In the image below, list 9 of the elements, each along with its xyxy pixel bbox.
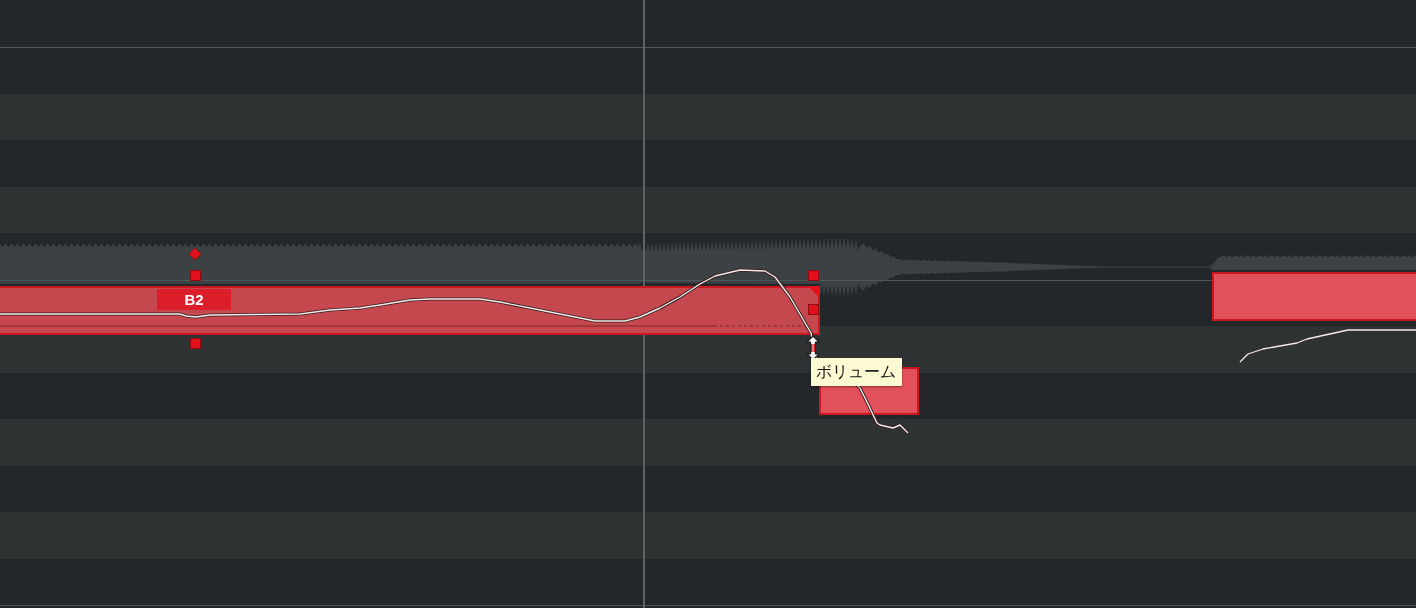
note-label: B2 (157, 289, 231, 310)
triangle-handle-icon[interactable] (808, 286, 820, 298)
square-handle-icon[interactable] (808, 270, 819, 281)
square-handle-icon[interactable] (189, 270, 201, 281)
tooltip: ボリューム (811, 358, 902, 386)
square-handle-icon[interactable] (189, 338, 201, 349)
square-handle-icon[interactable] (808, 304, 819, 315)
note-block[interactable]: B2 (0, 286, 820, 335)
diamond-handle-icon[interactable] (189, 248, 201, 260)
